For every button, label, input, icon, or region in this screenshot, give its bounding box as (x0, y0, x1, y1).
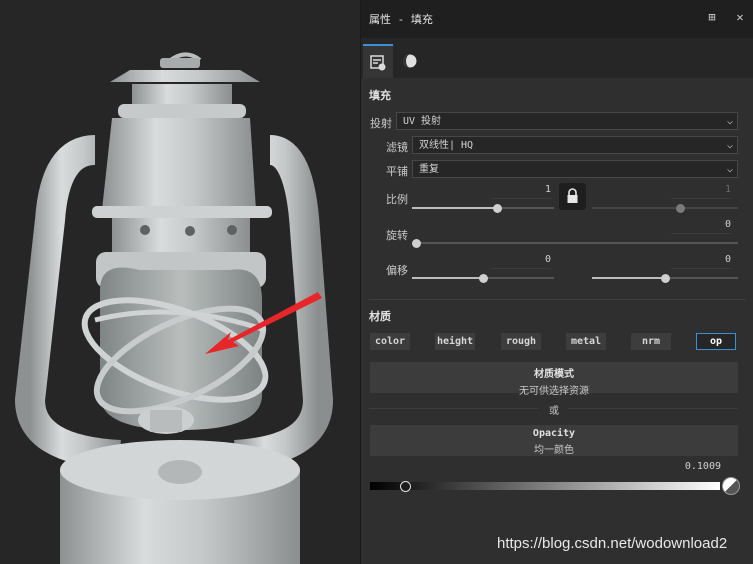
lock-icon (567, 188, 578, 203)
offset-x-field[interactable]: 0 (491, 254, 551, 269)
channel-op-button[interactable]: op (696, 333, 736, 350)
scale-y-slider[interactable] (592, 204, 738, 213)
chevron-down-icon: ⌵ (726, 164, 733, 175)
scale-x-slider[interactable] (412, 204, 554, 213)
chevron-down-icon: ⌵ (726, 116, 733, 127)
offset-x-slider[interactable] (412, 274, 554, 283)
section-material-title: 材质 (369, 310, 391, 323)
scale-y-slider-knob[interactable] (675, 204, 685, 213)
opacity-slider-knob[interactable] (400, 481, 411, 492)
scale-y-field[interactable]: 1 (671, 184, 731, 199)
projection-value: UV 投射 (403, 116, 442, 127)
offset-y-slider[interactable] (592, 274, 738, 283)
offset-y-slider-knob[interactable] (661, 274, 670, 283)
scale-x-slider-fill (412, 207, 498, 209)
material-sphere-icon (403, 54, 417, 68)
opacity-value-field[interactable]: 0.1009 (661, 461, 721, 475)
panel-titlebar: 属性 - 填充 ⊞ ✕ (361, 0, 753, 38)
lantern-model (14, 52, 334, 564)
material-mode-title: 材质模式 (534, 369, 574, 380)
rotation-label: 旋转 (386, 229, 408, 242)
color-picker-icon[interactable] (722, 477, 740, 495)
material-mode-button[interactable]: 材质模式 无可供选择资源 (370, 362, 738, 397)
scale-x-slider-knob[interactable] (493, 204, 503, 213)
panel-title: 属性 - 填充 (369, 13, 433, 26)
rotation-slider[interactable] (412, 239, 738, 248)
channel-nrm-button[interactable]: nrm (631, 333, 671, 350)
close-icon[interactable]: ✕ (733, 10, 747, 24)
watermark-text: https://blog.csdn.net/wodownload2 (497, 535, 728, 552)
channel-metal-button[interactable]: metal (566, 333, 606, 350)
projection-label: 投射 (370, 117, 392, 130)
tiling-value: 重复 (419, 164, 439, 175)
or-separator-text: 或 (549, 406, 559, 417)
scale-lock-button[interactable] (559, 183, 586, 210)
material-mode-subtitle: 无可供选择资源 (519, 386, 589, 397)
filter-value: 双线性| HQ (419, 140, 474, 151)
filter-label: 滤镜 (386, 141, 408, 154)
offset-x-slider-fill (412, 277, 483, 279)
scale-label: 比例 (386, 193, 408, 206)
channel-height-button[interactable]: height (435, 333, 475, 350)
scale-x-field[interactable]: 1 (491, 184, 551, 199)
channel-color-button[interactable]: color (370, 333, 410, 350)
tab-material[interactable] (395, 44, 425, 76)
offset-x-slider-knob[interactable] (479, 274, 488, 283)
properties-settings-icon (370, 55, 386, 71)
offset-y-slider-fill (592, 277, 665, 279)
properties-panel: 属性 - 填充 ⊞ ✕ 填充 投射 UV 投射 ⌵ 滤镜 双线性| HQ ⌵ 平… (360, 0, 753, 564)
channel-rough-button[interactable]: rough (501, 333, 541, 350)
tiling-select[interactable]: 重复 ⌵ (412, 160, 738, 178)
tiling-label: 平铺 (386, 165, 408, 178)
opacity-gradient-slider[interactable] (370, 481, 720, 492)
projection-select[interactable]: UV 投射 ⌵ (396, 112, 738, 130)
rotation-field[interactable]: 0 (671, 219, 731, 234)
maximize-icon[interactable]: ⊞ (705, 10, 719, 24)
rotation-slider-knob[interactable] (412, 239, 421, 248)
filter-select[interactable]: 双线性| HQ ⌵ (412, 136, 738, 154)
offset-label: 偏移 (386, 264, 408, 277)
section-fill-title: 填充 (369, 89, 391, 102)
3d-viewport[interactable] (0, 0, 360, 564)
chevron-down-icon: ⌵ (726, 140, 733, 151)
panel-tabs (361, 38, 753, 78)
offset-y-field[interactable]: 0 (671, 254, 731, 269)
divider (369, 299, 746, 300)
opacity-title: Opacity (532, 428, 576, 439)
opacity-uniform-color-button[interactable]: Opacity 均一颜色 (370, 425, 738, 456)
tab-properties[interactable] (363, 44, 393, 78)
opacity-subtitle: 均一颜色 (534, 445, 574, 456)
